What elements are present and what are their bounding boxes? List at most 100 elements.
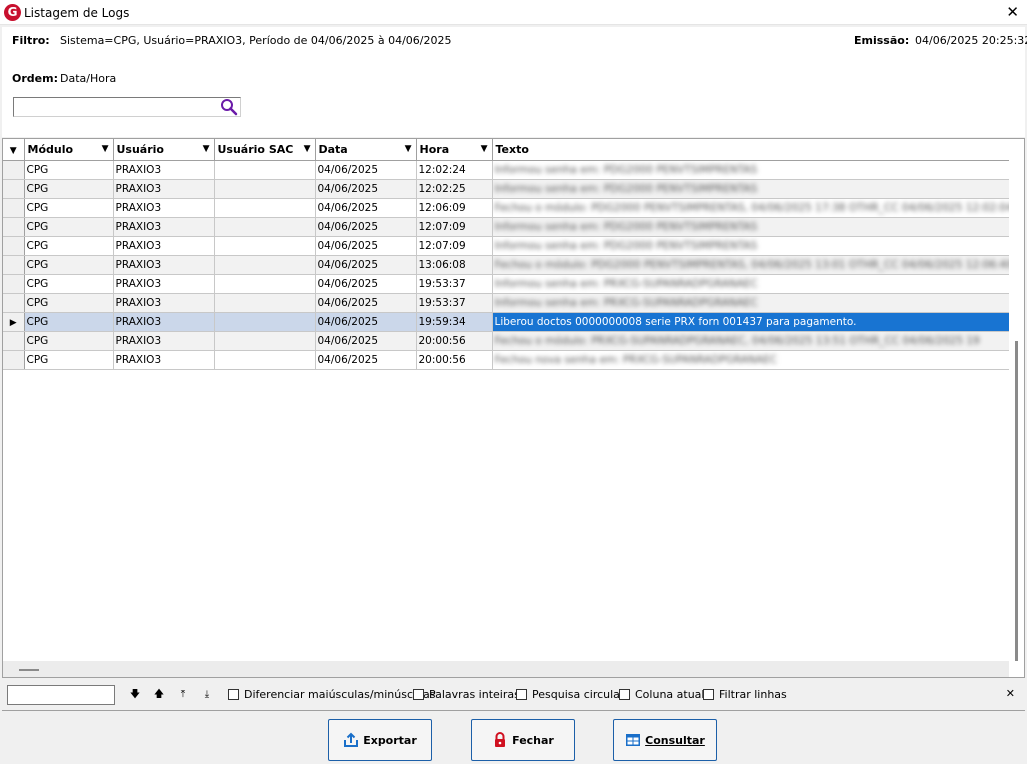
cell-texto[interactable]: Fechou nova senha em: PRXCG-SUPANRADPGRA…	[492, 350, 1016, 370]
cell-hora[interactable]: 13:06:08	[416, 255, 493, 275]
horizontal-scroll-thumb[interactable]	[19, 669, 39, 671]
filter-rows-checkbox[interactable]	[703, 689, 714, 700]
cell-usuario[interactable]: PRAXIO3	[113, 274, 215, 294]
cell-data[interactable]: 04/06/2025	[315, 331, 417, 351]
filter-icon[interactable]: ▼	[304, 144, 311, 154]
logs-grid[interactable]: ▼ Módulo ▼ Usuário ▼ Usuário SAC ▼ Data ▼ Ho…	[2, 138, 1025, 678]
cell-modulo[interactable]: CPG	[24, 236, 114, 256]
cell-modulo[interactable]: CPG	[24, 350, 114, 370]
table-row[interactable]: CPG PRAXIO3 04/06/2025 13:06:08 Fechou o mód…	[3, 255, 1016, 275]
cell-usuario-sac[interactable]	[214, 293, 316, 313]
table-row[interactable]: CPG PRAXIO3 04/06/2025 12:06:09 Fechou o mód…	[3, 198, 1016, 218]
find-close-icon[interactable]: ✕	[1006, 687, 1015, 700]
cell-texto[interactable]: Informou senha em: PDG2000 PENVTSIMPRENT…	[492, 160, 1016, 180]
col-usuario-sac-header[interactable]: Usuário SAC ▼	[214, 139, 316, 161]
consultar-button[interactable]: Consultar	[613, 719, 717, 761]
cell-texto[interactable]: Fechou o módulo: PDG2000 PENVTSIMPRENTAS…	[492, 198, 1016, 218]
table-row[interactable]: CPG PRAXIO3 04/06/2025 19:53:37 Informou sen…	[3, 274, 1016, 294]
table-row[interactable]: CPG PRAXIO3 04/06/2025 12:07:09 Informou sen…	[3, 236, 1016, 256]
vertical-scrollbar[interactable]	[1009, 139, 1024, 663]
cell-hora[interactable]: 12:07:09	[416, 236, 493, 256]
cell-data[interactable]: 04/06/2025	[315, 217, 417, 237]
cell-texto[interactable]: Fechou o módulo: PRXCG-SUPANRADPGRANAEC,…	[492, 331, 1016, 351]
filter-icon[interactable]: ▼	[203, 144, 210, 154]
cell-usuario-sac[interactable]	[214, 198, 316, 218]
cell-usuario[interactable]: PRAXIO3	[113, 198, 215, 218]
cell-hora[interactable]: 12:02:24	[416, 160, 493, 180]
row-indicator[interactable]	[3, 179, 25, 199]
cell-modulo[interactable]: CPG	[24, 312, 114, 332]
cell-usuario-sac[interactable]	[214, 160, 316, 180]
indicator-header[interactable]: ▼	[3, 139, 25, 161]
cell-hora[interactable]: 12:07:09	[416, 217, 493, 237]
cell-usuario[interactable]: PRAXIO3	[113, 179, 215, 199]
find-next-icon[interactable]: 🡇	[127, 687, 143, 703]
cell-modulo[interactable]: CPG	[24, 179, 114, 199]
find-last-icon[interactable]: ⤓	[199, 687, 215, 703]
cell-hora[interactable]: 19:53:37	[416, 274, 493, 294]
cell-modulo[interactable]: CPG	[24, 274, 114, 294]
row-indicator[interactable]	[3, 217, 25, 237]
row-indicator[interactable]	[3, 255, 25, 275]
fechar-button[interactable]: Fechar	[471, 719, 575, 761]
cell-usuario-sac[interactable]	[214, 312, 316, 332]
cell-texto[interactable]: Informou senha em: PDG2000 PENVTSIMPRENT…	[492, 236, 1016, 256]
cell-modulo[interactable]: CPG	[24, 255, 114, 275]
cell-usuario-sac[interactable]	[214, 331, 316, 351]
cell-data[interactable]: 04/06/2025	[315, 179, 417, 199]
cell-data[interactable]: 04/06/2025	[315, 236, 417, 256]
cell-texto[interactable]: Informou senha em: PRXCG-SUPANRADPGRANAE…	[492, 293, 1016, 313]
row-indicator[interactable]	[3, 160, 25, 180]
find-first-icon[interactable]: ⤒	[175, 687, 191, 703]
cell-texto[interactable]: Informou senha em: PDG2000 PENVTSIMPRENT…	[492, 217, 1016, 237]
cell-usuario-sac[interactable]	[214, 255, 316, 275]
table-row[interactable]: CPG PRAXIO3 04/06/2025 20:00:56 Fechou nova …	[3, 350, 1016, 370]
cell-data[interactable]: 04/06/2025	[315, 274, 417, 294]
cell-usuario-sac[interactable]	[214, 274, 316, 294]
row-indicator[interactable]: ▶	[3, 312, 25, 332]
cell-modulo[interactable]: CPG	[24, 331, 114, 351]
table-row[interactable]: CPG PRAXIO3 04/06/2025 20:00:56 Fechou o mód…	[3, 331, 1016, 351]
col-modulo-header[interactable]: Módulo ▼	[24, 139, 114, 161]
filter-icon[interactable]: ▼	[102, 144, 109, 154]
cell-texto[interactable]: Liberou doctos 0000000008 serie PRX forn…	[492, 312, 1016, 332]
row-indicator[interactable]	[3, 331, 25, 351]
cell-usuario[interactable]: PRAXIO3	[113, 160, 215, 180]
filter-icon[interactable]: ▼	[481, 144, 488, 154]
cell-usuario[interactable]: PRAXIO3	[113, 331, 215, 351]
table-row[interactable]: CPG PRAXIO3 04/06/2025 12:02:25 Informou sen…	[3, 179, 1016, 199]
col-texto-header[interactable]: Texto	[492, 139, 1016, 161]
window-close-icon[interactable]: ✕	[1006, 3, 1019, 21]
cell-usuario[interactable]: PRAXIO3	[113, 350, 215, 370]
case-sensitive-checkbox[interactable]	[228, 689, 239, 700]
cell-hora[interactable]: 20:00:56	[416, 350, 493, 370]
cell-modulo[interactable]: CPG	[24, 198, 114, 218]
vertical-scroll-thumb[interactable]	[1015, 341, 1018, 661]
filter-icon[interactable]: ▼	[405, 144, 412, 154]
cell-texto[interactable]: Informou senha em: PRXCG-SUPANRADPGRANAE…	[492, 274, 1016, 294]
row-indicator[interactable]	[3, 350, 25, 370]
search-icon[interactable]	[220, 98, 238, 116]
row-indicator[interactable]	[3, 274, 25, 294]
cell-data[interactable]: 04/06/2025	[315, 255, 417, 275]
horizontal-scrollbar[interactable]	[3, 661, 1009, 677]
cell-hora[interactable]: 19:59:34	[416, 312, 493, 332]
cell-hora[interactable]: 12:02:25	[416, 179, 493, 199]
find-input[interactable]	[7, 685, 115, 705]
whole-words-checkbox[interactable]	[413, 689, 424, 700]
cell-hora[interactable]: 19:53:37	[416, 293, 493, 313]
cell-usuario-sac[interactable]	[214, 350, 316, 370]
find-previous-icon[interactable]: 🡅	[151, 687, 167, 703]
cell-usuario-sac[interactable]	[214, 236, 316, 256]
cell-usuario-sac[interactable]	[214, 179, 316, 199]
cell-usuario[interactable]: PRAXIO3	[113, 217, 215, 237]
cell-data[interactable]: 04/06/2025	[315, 160, 417, 180]
search-input[interactable]	[14, 98, 214, 116]
cell-data[interactable]: 04/06/2025	[315, 198, 417, 218]
cell-data[interactable]: 04/06/2025	[315, 312, 417, 332]
current-column-checkbox[interactable]	[619, 689, 630, 700]
col-hora-header[interactable]: Hora ▼	[416, 139, 493, 161]
col-usuario-header[interactable]: Usuário ▼	[113, 139, 215, 161]
cell-usuario[interactable]: PRAXIO3	[113, 236, 215, 256]
cell-modulo[interactable]: CPG	[24, 160, 114, 180]
